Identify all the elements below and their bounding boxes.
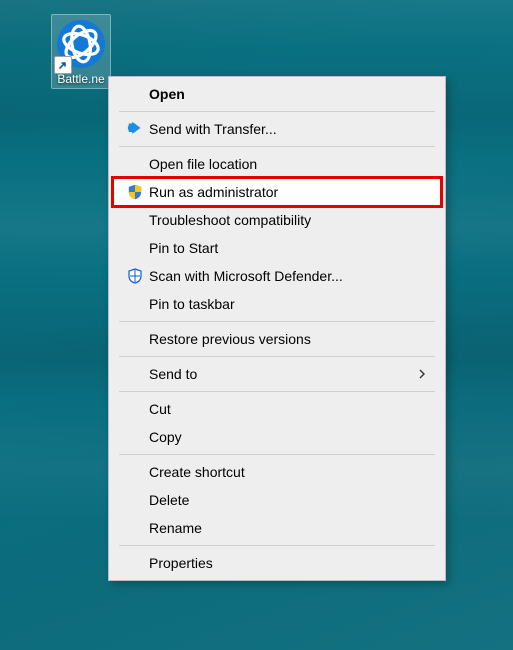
- menu-item-restore-previous-versions[interactable]: Restore previous versions: [113, 325, 441, 353]
- battlenet-icon: [56, 56, 106, 72]
- menu-label: Pin to taskbar: [149, 296, 427, 312]
- menu-item-cut[interactable]: Cut: [113, 395, 441, 423]
- menu-label: Send with Transfer...: [149, 121, 427, 137]
- menu-separator: [119, 321, 435, 322]
- defender-shield-icon: [127, 268, 143, 284]
- menu-item-open[interactable]: Open: [113, 80, 441, 108]
- menu-label: Troubleshoot compatibility: [149, 212, 427, 228]
- menu-item-delete[interactable]: Delete: [113, 486, 441, 514]
- menu-item-scan-defender[interactable]: Scan with Microsoft Defender...: [113, 262, 441, 290]
- uac-shield-icon: [127, 184, 143, 200]
- menu-separator: [119, 454, 435, 455]
- menu-separator: [119, 146, 435, 147]
- menu-separator: [119, 111, 435, 112]
- menu-item-copy[interactable]: Copy: [113, 423, 441, 451]
- menu-item-properties[interactable]: Properties: [113, 549, 441, 577]
- menu-separator: [119, 545, 435, 546]
- menu-item-pin-to-taskbar[interactable]: Pin to taskbar: [113, 290, 441, 318]
- menu-item-pin-to-start[interactable]: Pin to Start: [113, 234, 441, 262]
- submenu-arrow-icon: [417, 366, 427, 382]
- menu-item-open-file-location[interactable]: Open file location: [113, 150, 441, 178]
- menu-separator: [119, 391, 435, 392]
- menu-item-troubleshoot-compatibility[interactable]: Troubleshoot compatibility: [113, 206, 441, 234]
- desktop-background: Battle.ne Open Send with Transfer...: [0, 0, 513, 650]
- menu-item-rename[interactable]: Rename: [113, 514, 441, 542]
- menu-label: Send to: [149, 366, 417, 382]
- menu-item-run-as-administrator[interactable]: Run as administrator: [113, 178, 441, 206]
- menu-label: Cut: [149, 401, 427, 417]
- menu-item-create-shortcut[interactable]: Create shortcut: [113, 458, 441, 486]
- menu-separator: [119, 356, 435, 357]
- context-menu: Open Send with Transfer... Open file loc…: [108, 76, 446, 581]
- menu-label: Restore previous versions: [149, 331, 427, 347]
- transfer-icon: [127, 121, 143, 137]
- menu-label: Run as administrator: [149, 184, 427, 200]
- menu-label: Scan with Microsoft Defender...: [149, 268, 427, 284]
- menu-label: Open file location: [149, 156, 427, 172]
- menu-label: Open: [149, 86, 427, 102]
- menu-label: Delete: [149, 492, 427, 508]
- menu-label: Rename: [149, 520, 427, 536]
- menu-label: Copy: [149, 429, 427, 445]
- menu-label: Create shortcut: [149, 464, 427, 480]
- shortcut-arrow-icon: [54, 56, 72, 74]
- menu-item-send-with-transfer[interactable]: Send with Transfer...: [113, 115, 441, 143]
- menu-item-send-to[interactable]: Send to: [113, 360, 441, 388]
- menu-label: Properties: [149, 555, 427, 571]
- menu-label: Pin to Start: [149, 240, 427, 256]
- shortcut-label: Battle.ne: [56, 72, 106, 86]
